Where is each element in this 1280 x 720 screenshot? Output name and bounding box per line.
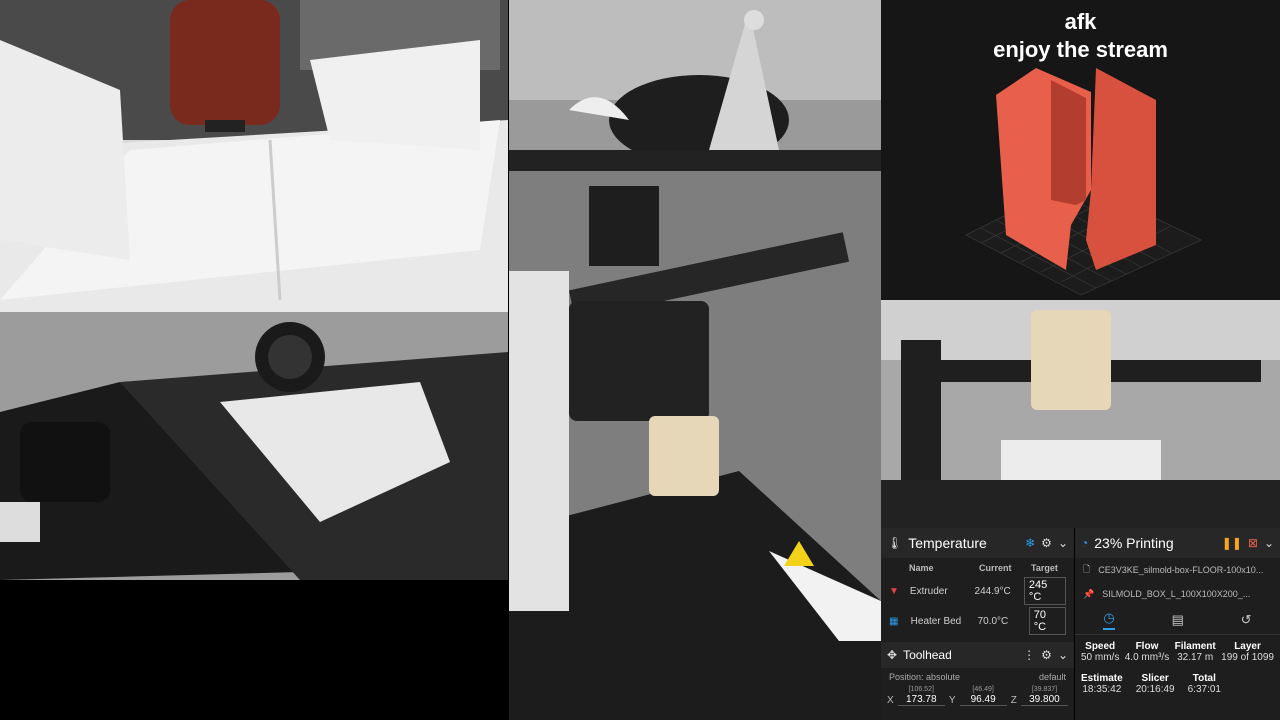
stream-subtitle: enjoy the stream xyxy=(993,37,1168,62)
extruder-icon: ▼ xyxy=(889,585,899,597)
stat-speed-label: Speed xyxy=(1085,641,1116,652)
empty-area xyxy=(0,580,508,720)
x-sub: [106.52] xyxy=(908,686,934,693)
heater-bed-target-unit: °C xyxy=(1033,621,1047,633)
z-sub: [39.837] xyxy=(1031,686,1058,693)
y-sub: [46.49] xyxy=(972,686,994,693)
heater-bed-target-input[interactable]: 70 °C xyxy=(1028,607,1066,635)
file-icon: 🗋 xyxy=(1083,564,1091,574)
x-value: 173.78 xyxy=(905,694,937,705)
camera-toolhead-view xyxy=(509,171,881,720)
print-status-panel: ◔ 23% Printing ❚❚ ⊠ ⌄ 🗋 CE3V3KE_silmold-… xyxy=(1075,528,1280,720)
status-header: ◔ 23% Printing ❚❚ ⊠ ⌄ xyxy=(1075,528,1280,558)
extruder-target-value: 245 xyxy=(1028,579,1048,591)
toolhead-title: Toolhead xyxy=(903,648,952,662)
extruder-row: ▼ Extruder 244.9°C 245 °C xyxy=(881,577,1074,605)
time-estimate-value: 18:35:42 xyxy=(1082,684,1122,695)
temperature-panel: 🌡 Temperature ❄ ⚙ ⌄ Name Current Target … xyxy=(881,528,1074,720)
heater-bed-target-value: 70 xyxy=(1033,609,1047,621)
gear-icon[interactable]: ⚙ xyxy=(1041,536,1052,550)
y-position-field[interactable]: [46.49] 96.49 xyxy=(959,686,1007,706)
y-value: 96.49 xyxy=(970,694,996,705)
position-mode: Position: absolute xyxy=(889,672,961,682)
gcode-file-row: 🗋 CE3V3KE_silmold-box-FLOOR-100x10... xyxy=(1075,558,1280,582)
time-total: Total 6:37:01 xyxy=(1188,673,1221,695)
stat-flow-value: 4.0 mm³/s xyxy=(1124,652,1170,663)
thermometer-icon: 🌡 xyxy=(887,536,903,550)
temperature-header: 🌡 Temperature ❄ ⚙ ⌄ xyxy=(881,528,1074,558)
gcode-filename: CE3V3KE_silmold-box-FLOOR-100x10... xyxy=(1098,565,1264,575)
temperature-title: Temperature xyxy=(908,535,987,551)
heater-bed-name: Heater Bed xyxy=(910,615,962,627)
col-name: Name xyxy=(909,563,934,573)
stat-layer: Layer 199 of 1099 xyxy=(1221,641,1274,663)
time-total-label: Total xyxy=(1192,673,1216,684)
stat-speed-value: 50 mm/s xyxy=(1081,652,1120,663)
stat-filament: Filament 32.17 m xyxy=(1175,641,1216,663)
camera-rear-view xyxy=(881,300,1280,528)
camera-bed-view xyxy=(0,312,508,580)
time-slicer-value: 20:16:49 xyxy=(1135,684,1175,695)
z-label: Z xyxy=(1010,695,1017,706)
toolhead-gear-icon[interactable]: ⚙ xyxy=(1041,648,1052,662)
tab-history[interactable]: ↺ xyxy=(1241,612,1252,628)
pin-icon: 📌 xyxy=(1083,588,1095,599)
heater-bed-row: ▦ Heater Bed 70.0°C 70 °C xyxy=(881,604,1074,638)
move-icon: ✥ xyxy=(887,648,898,662)
chevron-down-icon[interactable]: ⌄ xyxy=(1058,536,1068,550)
heater-bed-icon: ▦ xyxy=(889,615,899,627)
object-file-row: 📌 SILMOLD_BOX_L_100X100X200_... xyxy=(1075,582,1280,606)
status-title: 23% Printing xyxy=(1094,535,1174,551)
temperature-table-header: Name Current Target xyxy=(881,558,1074,578)
heater-bed-current: 70.0°C xyxy=(977,615,1009,627)
stat-layer-value: 199 of 1099 xyxy=(1221,652,1274,663)
tab-files[interactable]: ▤ xyxy=(1172,612,1184,628)
extruder-name: Extruder xyxy=(909,585,948,597)
print-times: Estimate 18:35:42 Slicer 20:16:49 Total 6:3… xyxy=(1075,673,1280,695)
time-slicer: Slicer 20:16:49 xyxy=(1136,673,1175,695)
position-readout: X [106.52] 173.78 Y [46.49] 96.49 Z [39.83… xyxy=(881,686,1074,706)
cancel-icon[interactable]: ⊠ xyxy=(1248,536,1258,550)
time-slicer-label: Slicer xyxy=(1141,673,1169,684)
x-position-field[interactable]: [106.52] 173.78 xyxy=(897,686,945,706)
z-value: 39.800 xyxy=(1029,694,1060,705)
stat-layer-label: Layer xyxy=(1234,641,1261,652)
extruder-current: 244.9°C xyxy=(974,585,1011,597)
stream-title-afk: afk xyxy=(1064,9,1097,34)
pause-icon[interactable]: ❚❚ xyxy=(1222,536,1242,550)
z-position-field[interactable]: [39.837] 39.800 xyxy=(1020,686,1069,706)
extruder-target-unit: °C xyxy=(1028,591,1042,603)
object-filename: SILMOLD_BOX_L_100X100X200_... xyxy=(1102,589,1251,599)
status-tabs: ◷ ▤ ↺ xyxy=(1075,606,1280,635)
camera-nozzle-view xyxy=(0,0,508,312)
camera-figure-view xyxy=(509,0,881,171)
time-total-value: 6:37:01 xyxy=(1187,684,1221,695)
mode-default: default xyxy=(1038,672,1066,682)
toolhead-mode-row: Position: absolute default xyxy=(881,668,1074,686)
time-estimate-label: Estimate xyxy=(1081,673,1123,684)
col-current: Current xyxy=(979,563,1012,573)
time-estimate: Estimate 18:35:42 xyxy=(1081,673,1123,695)
stat-flow: Flow 4.0 mm³/s xyxy=(1125,641,1169,663)
more-icon[interactable]: ⋮ xyxy=(1023,648,1035,662)
status-chevron-icon[interactable]: ⌄ xyxy=(1264,536,1274,550)
toolhead-header: ✥ Toolhead ⋮ ⚙ ⌄ xyxy=(881,642,1074,668)
stat-filament-value: 32.17 m xyxy=(1177,652,1214,663)
print-stats: Speed 50 mm/s Flow 4.0 mm³/s Filament 32.17… xyxy=(1075,641,1280,663)
snowflake-icon[interactable]: ❄ xyxy=(1025,536,1035,550)
stat-flow-label: Flow xyxy=(1135,641,1159,652)
x-label: X xyxy=(887,695,894,706)
y-label: Y xyxy=(948,695,956,706)
progress-spinner-icon: ◔ xyxy=(1081,536,1089,550)
stat-speed: Speed 50 mm/s xyxy=(1081,641,1119,663)
toolhead-chevron-icon[interactable]: ⌄ xyxy=(1058,648,1068,662)
gcode-preview: afk enjoy the stream xyxy=(881,0,1280,300)
extruder-target-input[interactable]: 245 °C xyxy=(1023,577,1066,605)
col-target: Target xyxy=(1031,563,1058,573)
stat-filament-label: Filament xyxy=(1174,641,1216,652)
thumbnail-spacer xyxy=(1234,673,1274,695)
tab-status[interactable]: ◷ xyxy=(1103,610,1115,630)
